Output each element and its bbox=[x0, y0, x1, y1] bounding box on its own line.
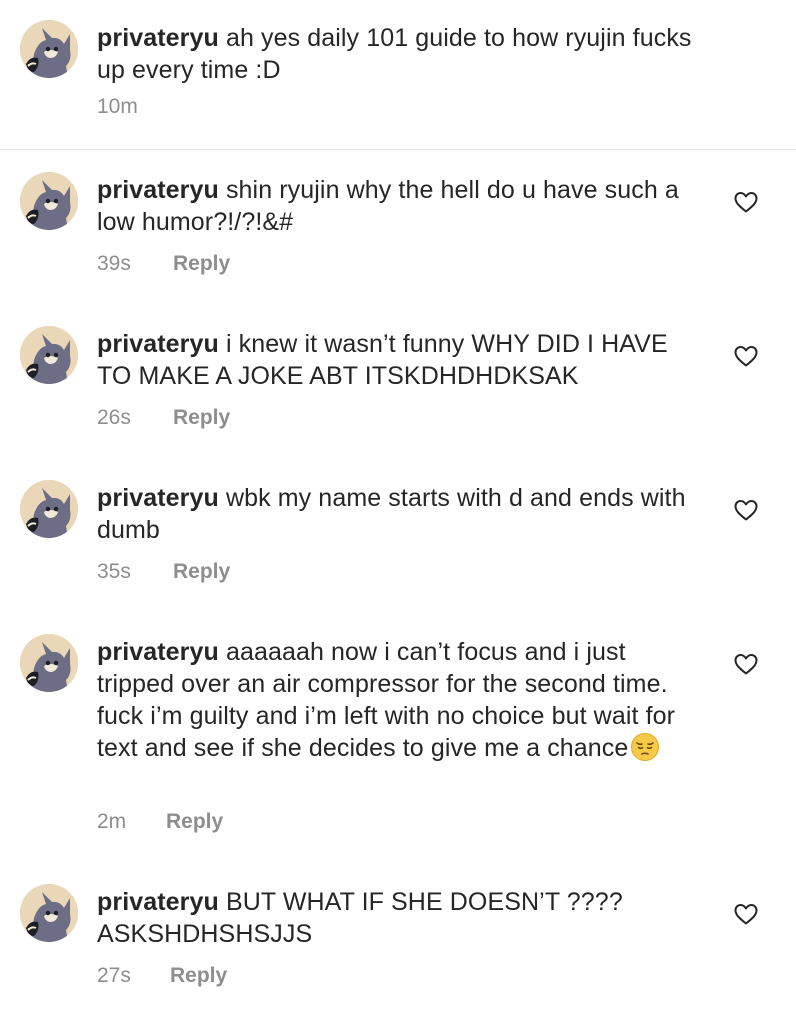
caption-text: privateryu ah yes daily 101 guide to how… bbox=[97, 22, 697, 86]
username[interactable]: privateryu bbox=[97, 888, 219, 916]
reply-button[interactable]: Reply bbox=[173, 560, 230, 584]
like-button[interactable] bbox=[733, 902, 759, 926]
heart-outline-icon bbox=[734, 904, 758, 925]
like-button[interactable] bbox=[733, 498, 759, 522]
avatar[interactable] bbox=[20, 634, 78, 692]
avatar[interactable] bbox=[20, 884, 78, 942]
heart-outline-icon bbox=[734, 346, 758, 367]
like-button[interactable] bbox=[733, 344, 759, 368]
username[interactable]: privateryu bbox=[97, 484, 219, 512]
cartoon-cat-avatar-icon bbox=[20, 884, 78, 942]
heart-outline-icon bbox=[734, 654, 758, 675]
reply-button[interactable]: Reply bbox=[170, 964, 227, 988]
reply-button[interactable]: Reply bbox=[173, 252, 230, 276]
timestamp: 2m bbox=[97, 810, 127, 833]
username[interactable]: privateryu bbox=[97, 176, 219, 204]
like-button[interactable] bbox=[733, 652, 759, 676]
divider bbox=[0, 149, 796, 150]
comment-text: privateryu i knew it wasn’t funny WHY DI… bbox=[97, 328, 697, 392]
post-caption: privateryu ah yes daily 101 guide to how… bbox=[0, 0, 796, 150]
timestamp: 26s bbox=[97, 406, 131, 429]
timestamp: 35s bbox=[97, 560, 131, 583]
avatar[interactable] bbox=[20, 20, 78, 78]
comment-text: privateryu aaaaaah now i can’t focus and… bbox=[97, 636, 697, 764]
username[interactable]: privateryu bbox=[97, 638, 219, 666]
cartoon-cat-avatar-icon bbox=[20, 326, 78, 384]
avatar[interactable] bbox=[20, 326, 78, 384]
pensive-face-icon bbox=[631, 733, 660, 761]
like-button[interactable] bbox=[733, 190, 759, 214]
timestamp: 10m bbox=[97, 95, 138, 118]
heart-outline-icon bbox=[734, 500, 758, 521]
avatar[interactable] bbox=[20, 172, 78, 230]
timestamp: 27s bbox=[97, 964, 131, 987]
reply-button[interactable]: Reply bbox=[173, 406, 230, 430]
cartoon-cat-avatar-icon bbox=[20, 480, 78, 538]
cartoon-cat-avatar-icon bbox=[20, 172, 78, 230]
username[interactable]: privateryu bbox=[97, 24, 219, 52]
cartoon-cat-avatar-icon bbox=[20, 634, 78, 692]
timestamp: 39s bbox=[97, 252, 131, 275]
cartoon-cat-avatar-icon bbox=[20, 20, 78, 78]
username[interactable]: privateryu bbox=[97, 330, 219, 358]
comment-text: privateryu BUT WHAT IF SHE DOESN’T ???? … bbox=[97, 886, 697, 950]
reply-button[interactable]: Reply bbox=[166, 810, 223, 834]
comment-text: privateryu shin ryujin why the hell do u… bbox=[97, 174, 697, 238]
comment-text: privateryu wbk my name starts with d and… bbox=[97, 482, 697, 546]
heart-outline-icon bbox=[734, 192, 758, 213]
avatar[interactable] bbox=[20, 480, 78, 538]
